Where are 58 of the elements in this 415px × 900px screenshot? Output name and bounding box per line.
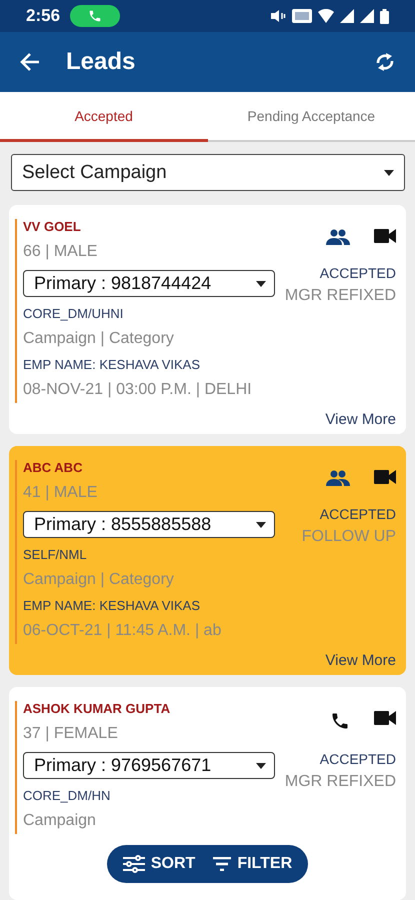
tab[interactable]: Accepted: [0, 92, 208, 142]
view-more-link[interactable]: View More: [325, 652, 396, 669]
people-icon[interactable]: [326, 470, 350, 486]
vibrate-icon: [270, 9, 286, 23]
filter-button[interactable]: FILTER: [213, 855, 292, 873]
lead-channel: SELF/NML: [23, 547, 88, 562]
phone-dropdown[interactable]: Primary : 9818744424: [23, 270, 275, 297]
schedule: 08-NOV-21 | 03:00 P.M. | DELHI: [23, 381, 253, 399]
phone-dropdown[interactable]: Primary : 8555885588: [23, 511, 275, 538]
lead-card[interactable]: ABC ABC 41 | MALE Primary : 8555885588 SELF/NML Campaign | Category EMP NAME: KESHAVA VIKAS 06-OCT-21 | 11:45 A.M. | ab ACCEPTED FOLLOW UP View More: [9, 446, 406, 675]
phone-icon: [88, 9, 102, 23]
lead-channel: CORE_DM/UHNI: [23, 306, 124, 321]
employee-name: EMP NAME: KESHAVA VIKAS: [23, 357, 202, 372]
sliders-icon: [122, 855, 145, 873]
view-more-link[interactable]: View More: [325, 411, 396, 428]
caret-icon: [256, 280, 266, 286]
battery-icon: [380, 8, 389, 24]
status-time: 2:56: [26, 6, 60, 26]
filter-icon: [213, 857, 232, 871]
signal-icon: [360, 9, 374, 23]
video-camera-icon[interactable]: [374, 470, 396, 484]
lead-channel: CORE_DM/HN: [23, 788, 112, 803]
schedule: 06-OCT-21 | 11:45 A.M. | ab: [23, 622, 222, 640]
phone-icon[interactable]: [330, 711, 350, 731]
network-icon: [292, 9, 312, 23]
refresh-icon[interactable]: [375, 51, 395, 73]
lead-name: VV GOEL: [23, 219, 82, 234]
lead-status: ACCEPTED: [320, 265, 396, 281]
lead-sub-status: FOLLOW UP: [302, 528, 396, 546]
video-camera-icon[interactable]: [374, 229, 396, 243]
phone-dropdown[interactable]: Primary : 9769567671: [23, 752, 275, 779]
people-icon[interactable]: [326, 229, 350, 245]
lead-status: ACCEPTED: [320, 506, 396, 522]
signal-icon: [340, 9, 354, 23]
video-camera-icon[interactable]: [374, 711, 396, 725]
sort-button[interactable]: SORT: [122, 855, 196, 873]
caret-icon: [384, 170, 394, 176]
age-gender: 41 | MALE: [23, 484, 98, 502]
wifi-icon: [318, 9, 334, 23]
lead-status: ACCEPTED: [320, 751, 396, 767]
lead-name: ABC ABC: [23, 460, 84, 475]
caret-icon: [256, 522, 266, 528]
back-arrow-icon[interactable]: [20, 53, 40, 71]
employee-name: EMP NAME: KESHAVA VIKAS: [23, 598, 202, 613]
campaign-dropdown[interactable]: Select Campaign: [11, 154, 405, 191]
lead-sub-status: MGR REFIXED: [284, 287, 396, 305]
ongoing-call-indicator[interactable]: [70, 5, 120, 27]
tab[interactable]: Pending Acceptance: [208, 92, 415, 142]
campaign-category: Campaign | Category: [23, 330, 175, 348]
lead-sub-status: MGR REFIXED: [284, 773, 396, 791]
campaign-category: Campaign: [23, 812, 97, 830]
campaign-category: Campaign | Category: [23, 571, 175, 589]
age-gender: 66 | MALE: [23, 243, 98, 261]
screen-title: Leads: [66, 48, 136, 76]
lead-card[interactable]: VV GOEL 66 | MALE Primary : 9818744424 CORE_DM/UHNI Campaign | Category EMP NAME: KESHAVA VIKAS 08-NOV-21 | 03:00 P.M. | DELHI ACCEPTED MGR REFIXED View More: [9, 205, 406, 434]
age-gender: 37 | FEMALE: [23, 725, 119, 743]
lead-name: ASHOK KUMAR GUPTA: [23, 701, 172, 716]
caret-icon: [256, 762, 266, 768]
